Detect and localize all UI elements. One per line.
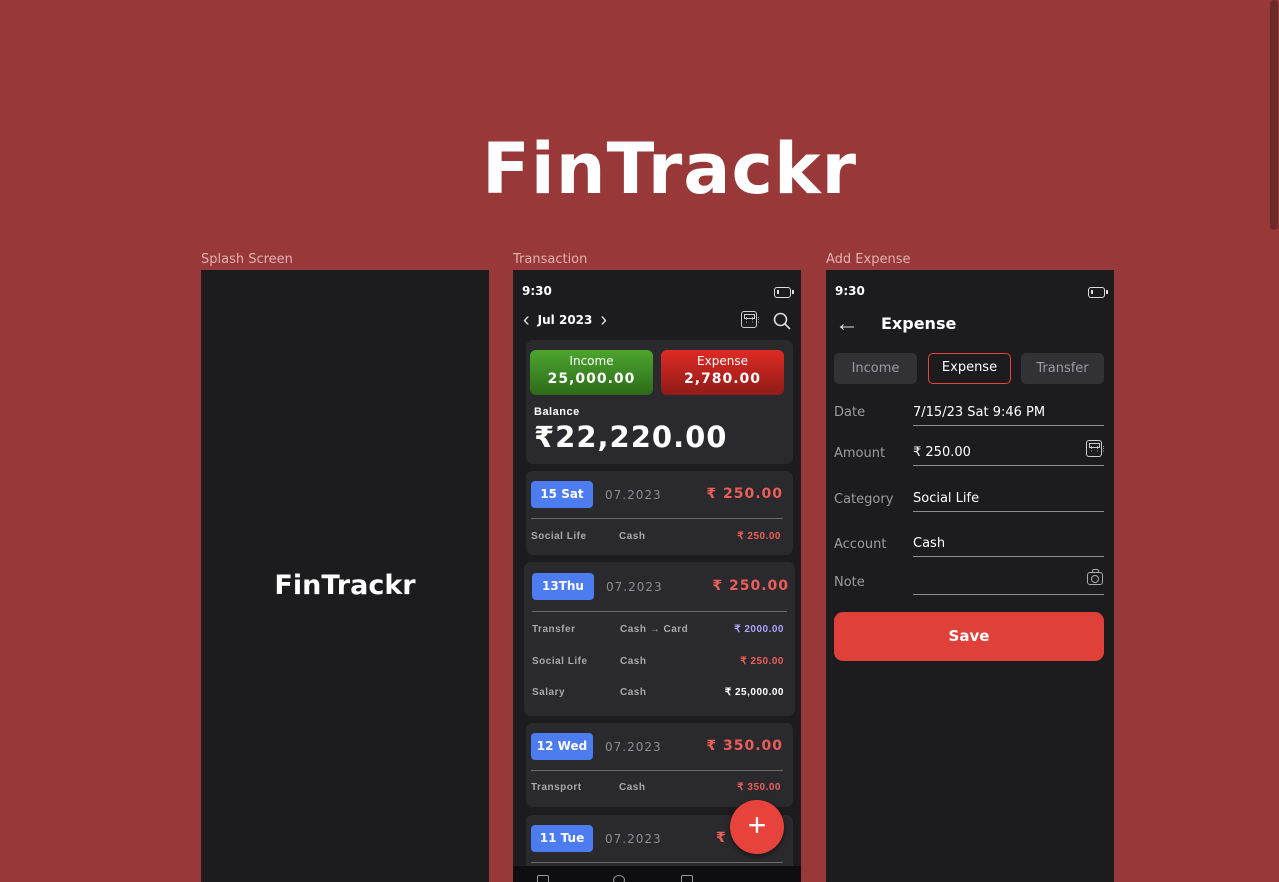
divider (913, 594, 1104, 595)
tx-category: Social Life (531, 531, 587, 542)
account-field[interactable]: Cash (913, 536, 1104, 551)
day-total: ₹ 250.00 (712, 578, 789, 594)
divider (913, 465, 1104, 466)
date-label: Date (834, 405, 866, 420)
tx-account: Cash (620, 656, 647, 667)
divider (531, 770, 783, 771)
nav-transactions-icon[interactable] (537, 875, 549, 882)
tx-account: Cash (620, 687, 647, 698)
tx-amount: ₹ 2000.00 (734, 624, 784, 635)
tx-amount: ₹ 350.00 (737, 782, 781, 793)
day-badge: 15 Sat (531, 481, 593, 508)
frame-label-splash: Splash Screen (201, 252, 293, 267)
tx-category: Social Life (532, 656, 588, 667)
tab-income[interactable]: Income (834, 353, 917, 384)
day-card[interactable]: 15 Sat 07.2023 ₹ 250.00 Social Life Cash… (526, 471, 793, 555)
back-arrow-icon[interactable]: ← (835, 312, 859, 336)
transaction-row[interactable]: Salary Cash ₹ 25,000.00 (532, 687, 784, 701)
nav-accounts-icon[interactable] (681, 875, 693, 882)
expense-value: 2,780.00 (683, 371, 762, 387)
transaction-row[interactable]: Transport Cash ₹ 350.00 (531, 782, 781, 796)
day-date: 07.2023 (606, 580, 663, 594)
tab-expense[interactable]: Expense (928, 353, 1011, 384)
camera-icon[interactable] (1087, 569, 1103, 585)
search-icon[interactable] (773, 312, 791, 330)
month-label: Jul 2023 (537, 313, 593, 327)
divider (913, 556, 1104, 557)
income-label: Income (569, 354, 614, 368)
divider (913, 425, 1104, 426)
category-field[interactable]: Social Life (913, 491, 1104, 506)
screen-heading: Expense (881, 314, 957, 333)
tx-account: Cash (619, 531, 646, 542)
nav-stats-icon[interactable] (613, 875, 625, 882)
save-button[interactable]: Save (834, 612, 1104, 661)
bottom-nav-bar (513, 866, 801, 882)
day-badge: 12 Wed (531, 733, 593, 760)
divider (531, 862, 783, 863)
divider (532, 611, 787, 612)
chevron-right-icon[interactable]: › (600, 310, 607, 330)
expense-summary[interactable]: Expense 2,780.00 (661, 350, 784, 395)
divider (913, 511, 1104, 512)
expense-label: Expense (697, 354, 748, 368)
tx-amount: ₹ 250.00 (740, 656, 784, 667)
day-date: 07.2023 (605, 832, 662, 846)
day-total: ₹ 350.00 (706, 738, 783, 754)
frame-label-transaction: Transaction (513, 252, 588, 267)
tx-category: Transport (531, 782, 582, 793)
add-expense-screen: 9:30 ← Expense Income Expense Transfer D… (826, 270, 1114, 882)
tx-category: Transfer (532, 624, 576, 635)
plus-icon: + (747, 807, 767, 843)
status-time: 9:30 (835, 284, 865, 298)
day-badge: 11 Tue (531, 825, 593, 852)
tx-category: Salary (532, 687, 566, 698)
day-badge: 13Thu (532, 573, 594, 600)
calculator-icon[interactable] (1086, 440, 1106, 457)
note-label: Note (834, 575, 865, 590)
calculator-icon[interactable] (741, 311, 761, 328)
tab-transfer[interactable]: Transfer (1021, 353, 1104, 384)
tx-account: Cash → Card (620, 624, 689, 635)
chevron-left-icon[interactable]: ‹ (523, 310, 530, 330)
income-value: 25,000.00 (547, 371, 636, 387)
category-label: Category (834, 492, 894, 507)
day-total: ₹ 250.00 (706, 486, 783, 502)
balance-value: ₹22,220.00 (534, 420, 728, 454)
transaction-row[interactable]: Transfer Cash → Card ₹ 2000.00 (532, 624, 784, 638)
tx-amount: ₹ 250.00 (737, 531, 781, 542)
amount-label: Amount (834, 446, 886, 461)
page-title: FinTrackr (481, 128, 858, 210)
day-date: 07.2023 (605, 740, 662, 754)
transaction-row[interactable]: Social Life Cash ₹ 250.00 (531, 531, 781, 545)
day-card[interactable]: 13Thu 07.2023 ₹ 250.00 Transfer Cash → C… (524, 562, 795, 716)
add-transaction-button[interactable]: + (730, 800, 784, 854)
tx-amount: ₹ 25,000.00 (724, 687, 784, 698)
day-date: 07.2023 (605, 488, 662, 502)
tx-account: Cash (619, 782, 646, 793)
balance-label: Balance (534, 406, 580, 418)
day-card[interactable]: 12 Wed 07.2023 ₹ 350.00 Transport Cash ₹… (526, 723, 793, 807)
account-label: Account (834, 537, 887, 552)
summary-card: Income 25,000.00 Expense 2,780.00 Balanc… (526, 340, 793, 464)
date-field[interactable]: 7/15/23 Sat 9:46 PM (913, 405, 1104, 420)
frame-label-add-expense: Add Expense (826, 252, 911, 267)
splash-logo: FinTrackr (274, 570, 416, 601)
divider (531, 518, 783, 519)
status-time: 9:30 (522, 284, 552, 298)
transaction-screen: 9:30 ‹ Jul 2023 › Income 25,000.00 Expen… (513, 270, 801, 882)
battery-icon (774, 287, 794, 298)
transaction-row[interactable]: Social Life Cash ₹ 250.00 (532, 656, 784, 670)
amount-field[interactable]: ₹ 250.00 (913, 445, 1104, 460)
month-navigator: ‹ Jul 2023 › (523, 310, 607, 330)
splash-screen: FinTrackr (201, 270, 489, 882)
battery-icon (1088, 287, 1108, 298)
income-summary[interactable]: Income 25,000.00 (530, 350, 653, 395)
